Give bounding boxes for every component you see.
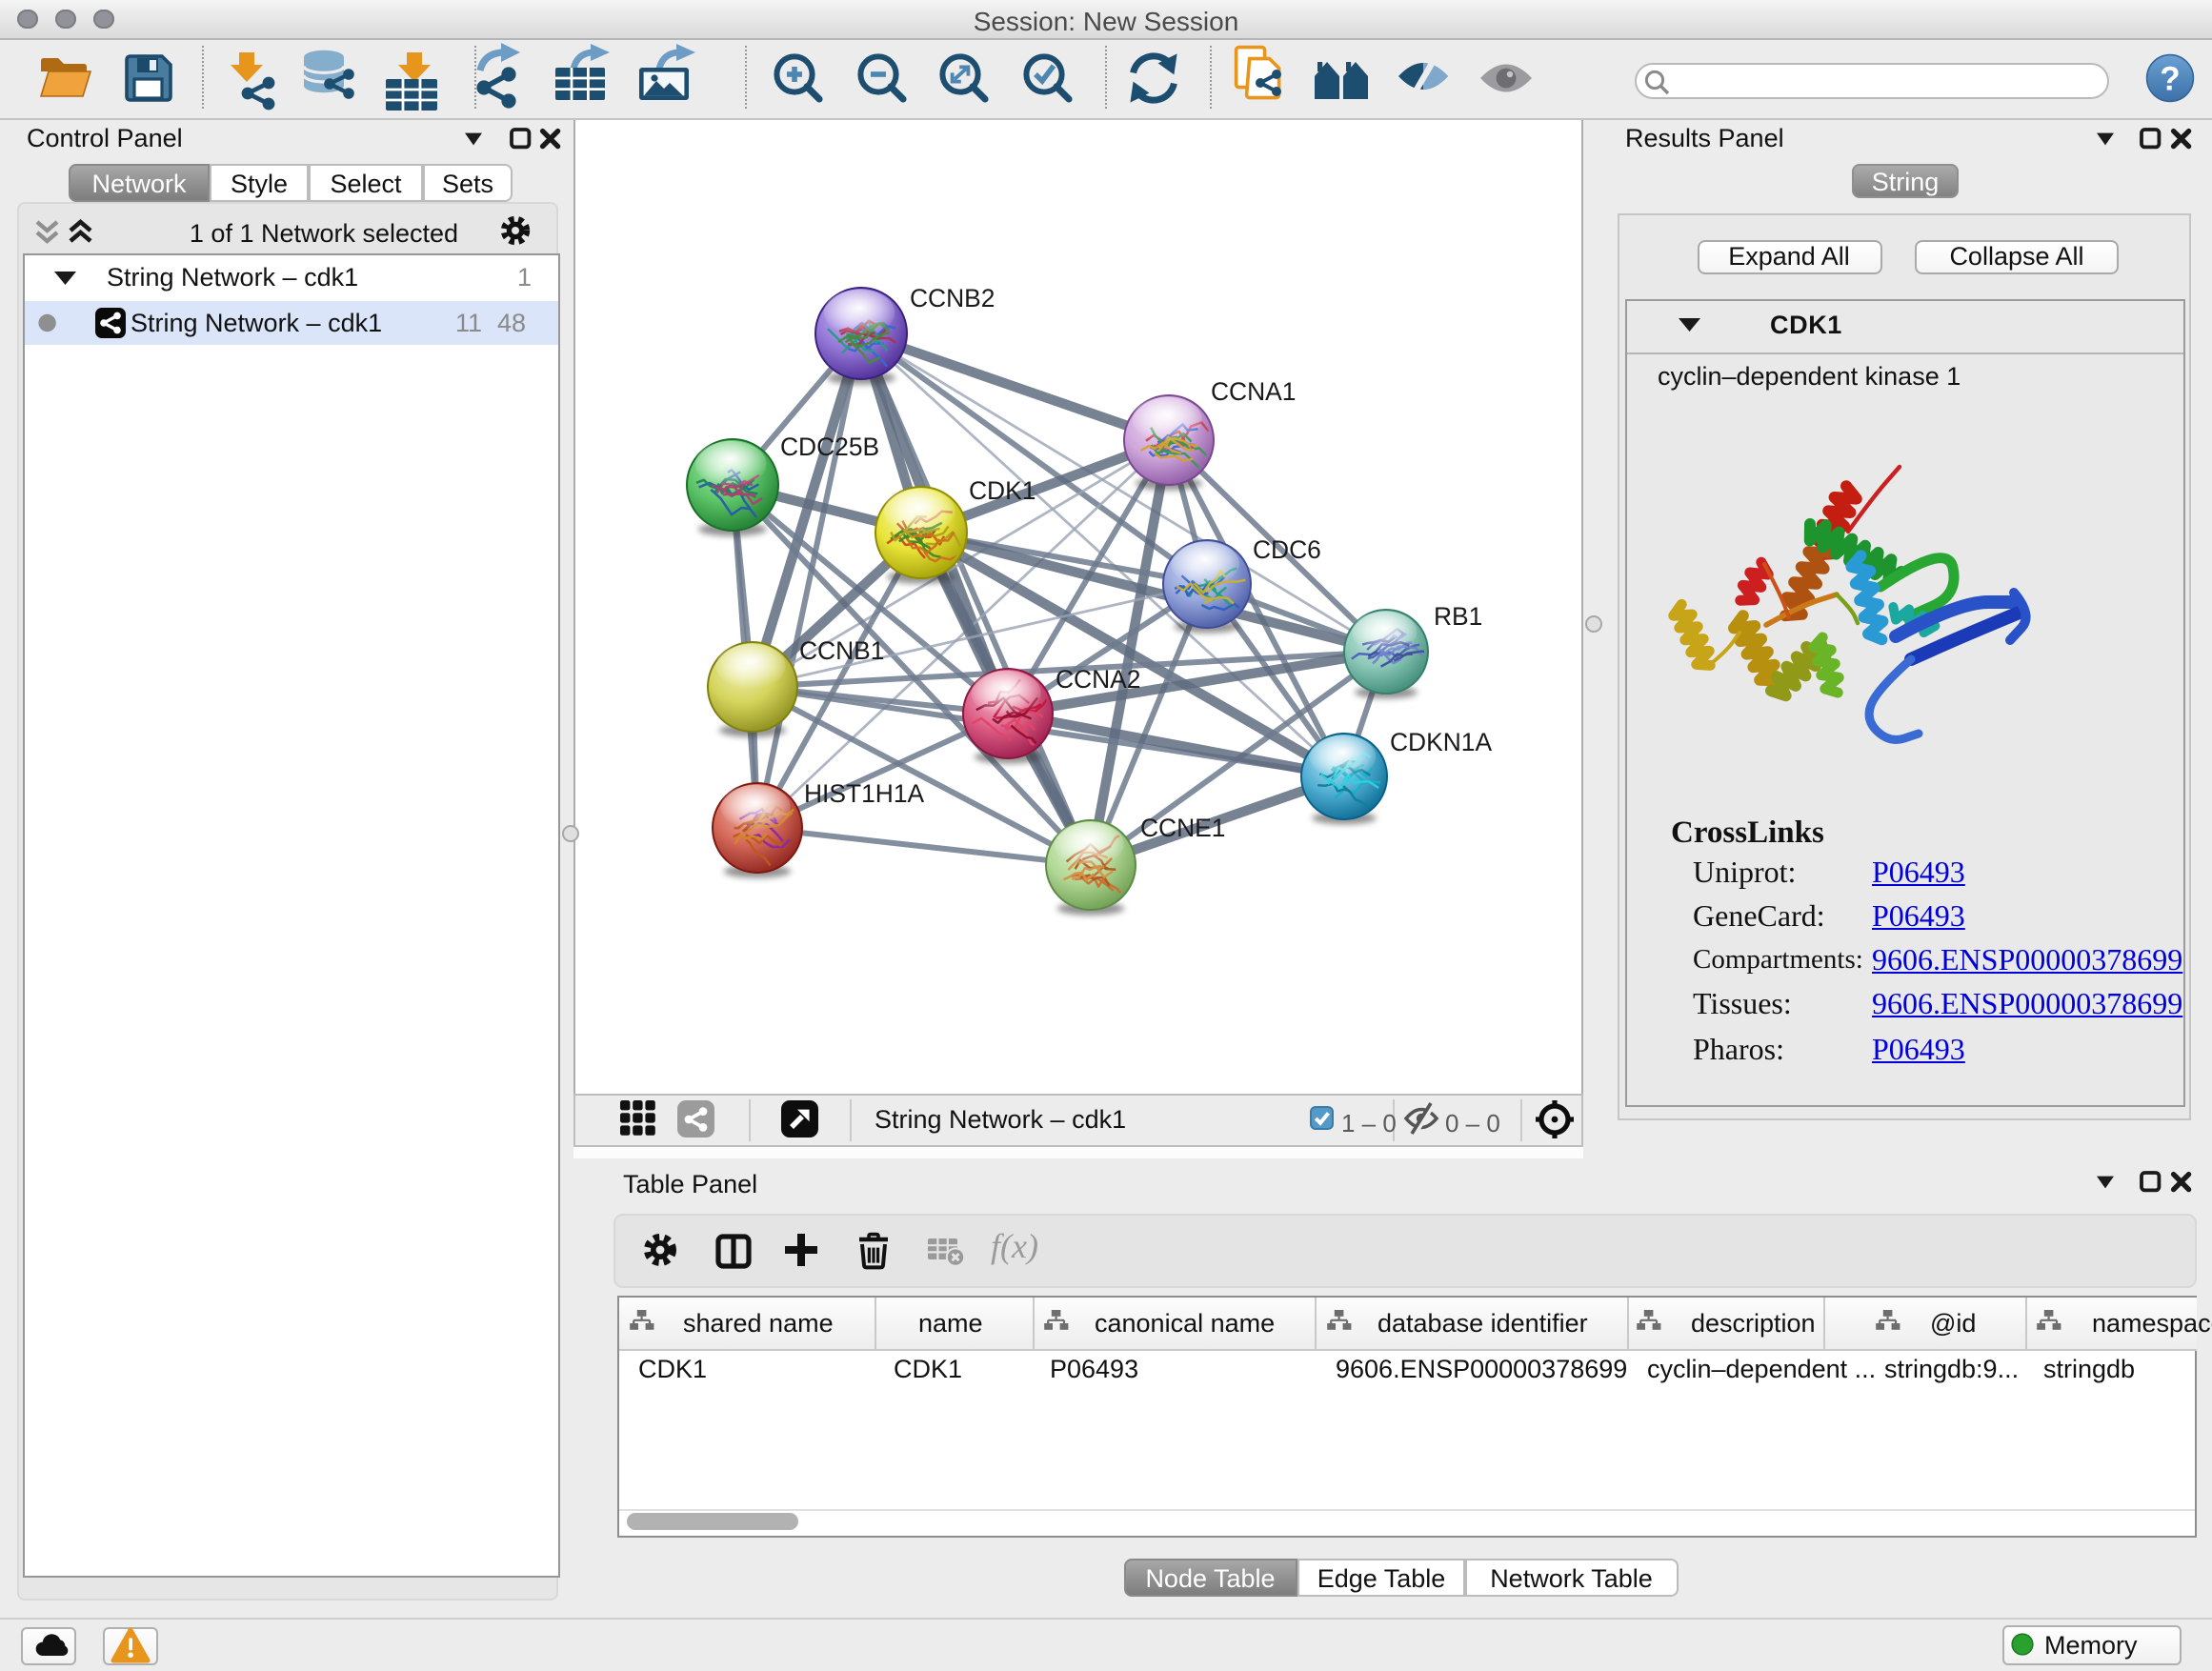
svg-text:?: ? [2160, 61, 2180, 98]
